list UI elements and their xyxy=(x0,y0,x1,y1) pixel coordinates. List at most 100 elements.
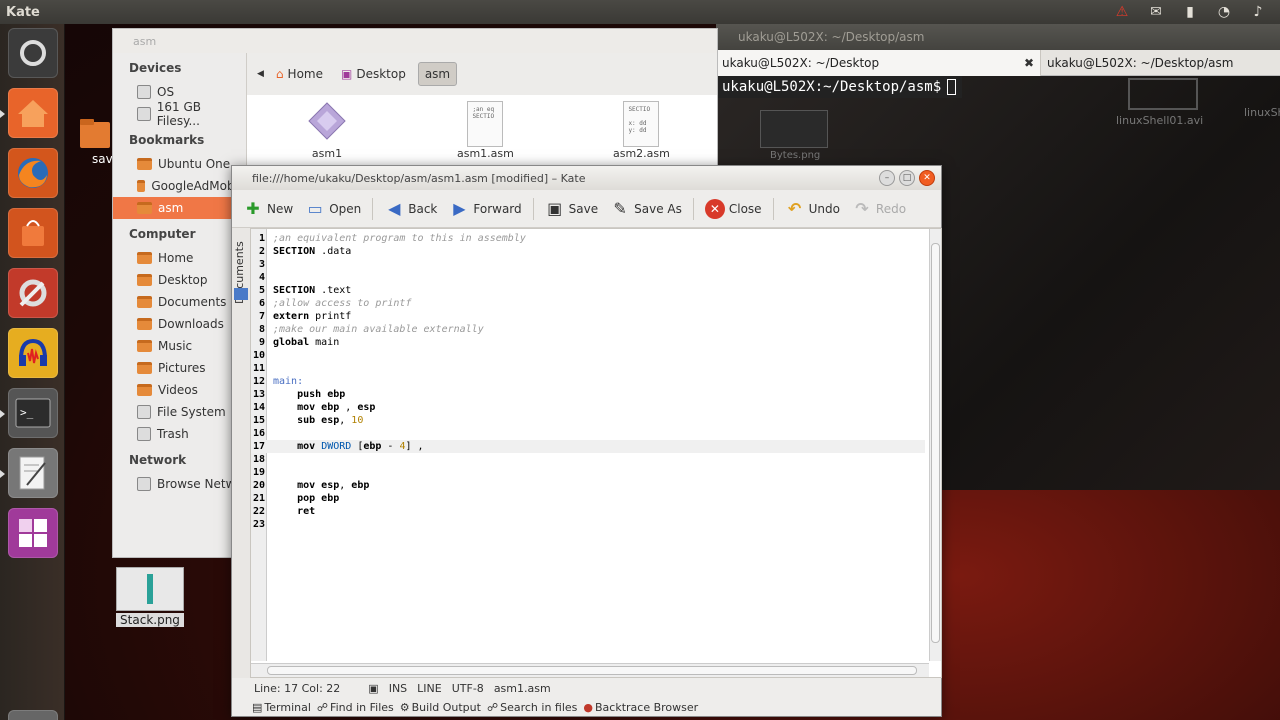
save-button[interactable]: ▣ Save xyxy=(540,196,603,222)
code-line[interactable]: 19 xyxy=(251,466,925,479)
code-line[interactable]: 20 mov esp, ebp xyxy=(251,479,925,492)
code-line[interactable]: 4 xyxy=(251,271,925,284)
open-button[interactable]: ▭ Open xyxy=(300,196,366,222)
documents-sidebar-tab[interactable]: Documents xyxy=(232,228,250,678)
code-line[interactable]: 11 xyxy=(251,362,925,375)
sidebar-item-file-system[interactable]: File System xyxy=(113,401,246,423)
kate-window[interactable]: file:///home/ukaku/Desktop/asm/asm1.asm … xyxy=(231,165,942,717)
find-in-files-button[interactable]: ☍ Find in Files xyxy=(317,701,394,714)
sidebar-item-videos[interactable]: Videos xyxy=(113,379,246,401)
firefox-icon[interactable] xyxy=(8,148,58,198)
code-line[interactable]: 9 global main xyxy=(251,336,925,349)
code-text: ;make our main available externally xyxy=(273,324,484,335)
system-settings-icon[interactable] xyxy=(8,268,58,318)
breadcrumb-asm[interactable]: asm xyxy=(417,62,458,86)
battery-icon[interactable]: ▮ xyxy=(1180,4,1200,20)
sidebar-item-pictures[interactable]: Pictures xyxy=(113,357,246,379)
undo-icon: ↶ xyxy=(787,199,802,218)
code-lines[interactable]: 1 ;an equivalent program to this in assem… xyxy=(251,232,925,531)
scroll-thumb[interactable] xyxy=(267,666,917,675)
close-tab-icon[interactable]: ✖ xyxy=(1024,56,1034,70)
status-bar: Line: 17 Col: 22 ▣ INS LINE UTF-8 asm1.a… xyxy=(232,678,941,698)
sidebar-item-googleadmob[interactable]: GoogleAdMob... xyxy=(113,175,246,197)
backtrace-browser-button[interactable]: ● Backtrace Browser xyxy=(583,701,698,714)
trash-launcher-icon[interactable] xyxy=(8,710,58,720)
selection-mode[interactable]: LINE xyxy=(417,682,442,695)
terminal-tab-desktop[interactable]: ukaku@L502X: ~/Desktop ✖ xyxy=(716,50,1041,76)
sound-icon[interactable]: ♪ xyxy=(1248,4,1268,20)
save-as-button[interactable]: ✎ Save As xyxy=(605,196,687,222)
sidebar-item-home[interactable]: Home xyxy=(113,247,246,269)
code-line[interactable]: 2 SECTION .data xyxy=(251,245,925,258)
code-line[interactable]: 21 pop ebp xyxy=(251,492,925,505)
terminal-launcher-icon[interactable]: >_ xyxy=(8,388,58,438)
code-line[interactable]: 3 xyxy=(251,258,925,271)
sidebar-item-filesystem[interactable]: 161 GB Filesy... xyxy=(113,100,246,128)
audacity-icon[interactable] xyxy=(8,328,58,378)
sidebar-item-documents[interactable]: Documents xyxy=(113,291,246,313)
code-line[interactable]: 7 extern printf xyxy=(251,310,925,323)
terminal-tab-asm[interactable]: ukaku@L502X: ~/Desktop/asm xyxy=(1041,50,1279,76)
dash-home-icon[interactable] xyxy=(8,28,58,78)
sidebar-item-ubuntu-one[interactable]: Ubuntu One xyxy=(113,153,246,175)
search-in-files-button[interactable]: ☍ Search in files xyxy=(487,701,577,714)
terminal-toolview-button[interactable]: ▤ Terminal xyxy=(252,701,311,714)
back-arrow-icon[interactable]: ◀ xyxy=(257,69,264,79)
code-line[interactable]: 13 push ebp xyxy=(251,388,925,401)
new-button[interactable]: ✚ New xyxy=(238,196,298,222)
close-window-icon[interactable]: ✕ xyxy=(919,170,935,186)
code-line[interactable]: 16 xyxy=(251,427,925,440)
file-item-asm2-asm[interactable]: SECTIO x: dd y: dd asm2.asm xyxy=(613,101,670,160)
code-line[interactable]: 18 xyxy=(251,453,925,466)
code-line[interactable]: 17 mov DWORD [ebp - 4] , xyxy=(251,440,925,453)
breadcrumb-desktop[interactable]: ▣ Desktop xyxy=(335,63,412,85)
forward-button[interactable]: ▶ Forward xyxy=(444,196,526,222)
sidebar-item-desktop[interactable]: Desktop xyxy=(113,269,246,291)
encoding[interactable]: UTF-8 xyxy=(452,682,484,695)
desktop-file-stack[interactable]: Stack.png xyxy=(116,567,184,627)
code-text: push ebp xyxy=(297,389,346,400)
code-line[interactable]: 22 ret xyxy=(251,505,925,518)
text-editor-icon[interactable] xyxy=(8,448,58,498)
image-thumbnail-icon xyxy=(116,567,184,611)
sidebar-item-downloads[interactable]: Downloads xyxy=(113,313,246,335)
sidebar-item-trash[interactable]: Trash xyxy=(113,423,246,445)
code-line[interactable]: 14 mov ebp , esp xyxy=(251,401,925,414)
home-folder-icon[interactable] xyxy=(8,88,58,138)
minimize-icon[interactable]: – xyxy=(879,170,895,186)
back-button[interactable]: ◀ Back xyxy=(379,196,442,222)
alert-icon[interactable]: ⚠ xyxy=(1112,4,1132,20)
code-line[interactable]: 15 sub esp, 10 xyxy=(251,414,925,427)
sidebar-item-music[interactable]: Music xyxy=(113,335,246,357)
workspace-switcher-icon[interactable] xyxy=(8,508,58,558)
breadcrumb-home[interactable]: ⌂ Home xyxy=(270,63,329,85)
code-line[interactable]: 23 xyxy=(251,518,925,531)
sidebar-item-browse-network[interactable]: Browse Netw... xyxy=(113,473,246,495)
code-line[interactable]: 12 main: xyxy=(251,375,925,388)
build-output-button[interactable]: ⚙ Build Output xyxy=(400,701,481,714)
vertical-scrollbar[interactable] xyxy=(929,229,941,661)
desktop-folder-icon[interactable]: sav xyxy=(78,116,113,166)
code-editor[interactable]: 1 ;an equivalent program to this in assem… xyxy=(250,228,942,678)
mail-icon[interactable]: ✉ xyxy=(1146,4,1166,20)
code-line[interactable]: 10 xyxy=(251,349,925,362)
scroll-thumb[interactable] xyxy=(931,243,940,643)
code-line[interactable]: 1 ;an equivalent program to this in assem… xyxy=(251,232,925,245)
terminal-titlebar[interactable]: ukaku@L502X: ~/Desktop/asm xyxy=(716,24,1280,50)
code-line[interactable]: 6 ;allow access to printf xyxy=(251,297,925,310)
software-center-icon[interactable] xyxy=(8,208,58,258)
sidebar-item-asm[interactable]: asm xyxy=(113,197,246,219)
horizontal-scrollbar[interactable] xyxy=(251,663,929,677)
file-manager-titlebar[interactable]: asm xyxy=(113,29,717,53)
file-item-asm1-asm[interactable]: ;an eq SECTIO asm1.asm xyxy=(457,101,514,160)
code-line[interactable]: 8 ;make our main available externally xyxy=(251,323,925,336)
file-item-asm1[interactable]: asm1 xyxy=(305,99,349,160)
input-mode[interactable]: INS xyxy=(389,682,407,695)
redo-button[interactable]: ↷ Redo xyxy=(847,196,911,222)
undo-button[interactable]: ↶ Undo xyxy=(780,196,845,222)
kate-titlebar[interactable]: file:///home/ukaku/Desktop/asm/asm1.asm … xyxy=(232,166,941,190)
code-line[interactable]: 5 SECTION .text xyxy=(251,284,925,297)
maximize-icon[interactable]: □ xyxy=(899,170,915,186)
wifi-icon[interactable]: ◔ xyxy=(1214,4,1234,20)
close-button[interactable]: ✕ Close xyxy=(700,196,767,222)
